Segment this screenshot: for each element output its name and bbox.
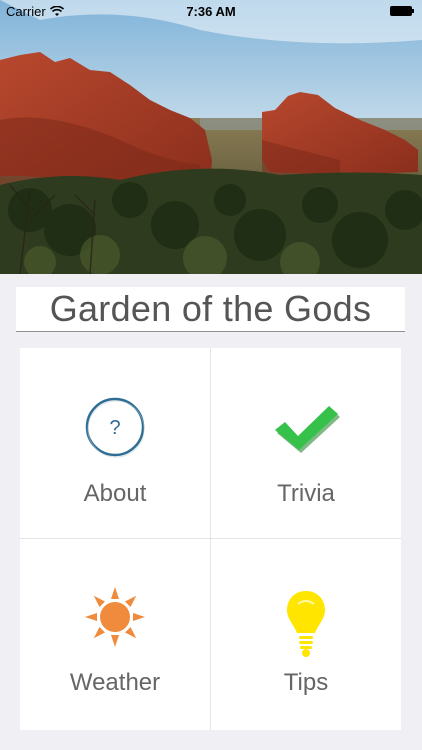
tips-button[interactable]: Tips: [211, 539, 401, 729]
about-button[interactable]: ? About: [20, 348, 210, 538]
battery-icon: [390, 6, 414, 16]
svg-text:?: ?: [109, 417, 120, 439]
checkmark-icon: [211, 400, 401, 454]
page-title: Garden of the Gods: [49, 288, 372, 329]
status-bar: Carrier 7:36 AM: [0, 0, 422, 22]
menu-grid: ? About Trivia Weather Tips: [20, 348, 401, 730]
weather-button[interactable]: Weather: [20, 539, 210, 729]
trivia-label: Trivia: [277, 480, 335, 507]
question-circle-icon: ?: [20, 396, 210, 458]
trivia-button[interactable]: Trivia: [211, 348, 401, 538]
status-time: 7:36 AM: [186, 4, 236, 19]
tips-label: Tips: [283, 669, 329, 696]
sun-icon: [20, 585, 210, 649]
title-box: Garden of the Gods: [16, 287, 405, 332]
hero-image: [0, 0, 422, 274]
about-label: About: [83, 480, 147, 507]
weather-label: Weather: [69, 669, 161, 696]
lightbulb-icon: [211, 589, 401, 659]
